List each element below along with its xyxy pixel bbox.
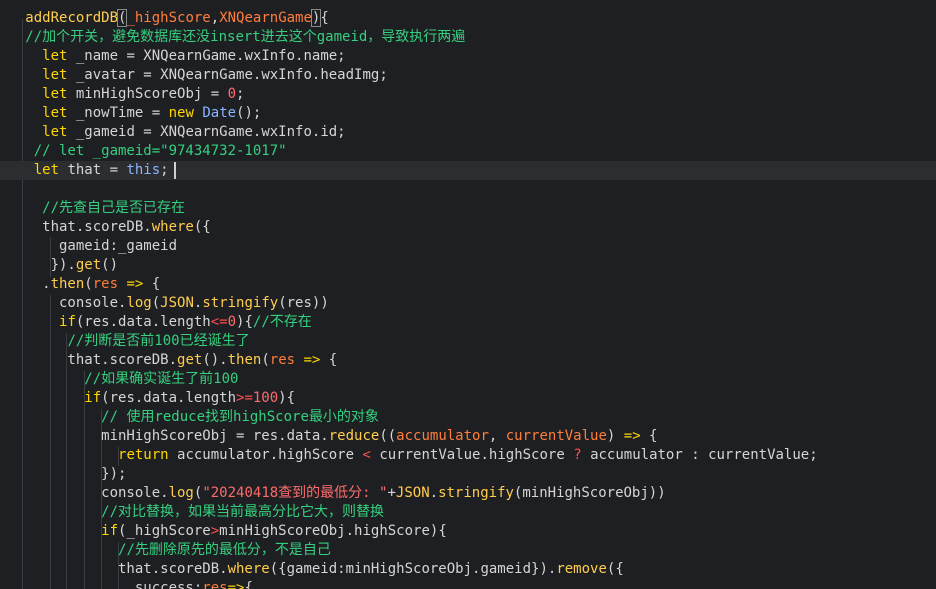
code-line: minHighScoreObj = res.data.reduce((accum…: [0, 428, 658, 444]
code-text: addRecordDB(_highScore,XNQearnGame){: [25, 9, 329, 27]
code-line: //对比替换，如果当前最高分比它大，则替换: [0, 503, 936, 522]
code-line-current: let that = this;: [0, 161, 936, 180]
code-text: //对比替换，如果当前最高分比它大，则替换: [101, 504, 385, 520]
code-line: //先删除原先的最低分，不是自己: [0, 541, 936, 560]
code-text: //如果确实诞生了前100: [84, 371, 239, 387]
code-line: }).get(): [0, 257, 119, 273]
code-line: console.log(JSON.stringify(res)): [0, 295, 329, 311]
code-text: //判断是否前100已经诞生了: [67, 333, 250, 349]
code-line: // let _gameid="97434732-1017": [0, 142, 936, 161]
code-line: .then(res => {: [0, 276, 161, 292]
code-line: gameid:_gameid: [0, 238, 178, 254]
code-text: //加个开关，避免数据库还没insert进去这个gameid，导致执行两遍: [25, 29, 466, 45]
code-line: console.log("20240418查到的最低分: "+JSON.stri…: [0, 485, 666, 501]
code-area[interactable]: addRecordDB(_highScore,XNQearnGame){ //加…: [0, 0, 936, 589]
code-text: // 使用reduce找到highScore最小的对象: [101, 409, 379, 425]
code-line: });: [0, 466, 127, 482]
code-text: //先查自己是否已存在: [42, 200, 186, 216]
code-line: let _nowTime = new Date();: [42, 105, 262, 121]
code-line: let _name = XNQearnGame.wxInfo.name;: [42, 48, 346, 64]
code-line: //判断是否前100已经诞生了: [0, 332, 936, 351]
code-line: if(_highScore>minHighScoreObj.highScore)…: [101, 523, 447, 539]
text-caret: [174, 162, 176, 179]
code-text: //先删除原先的最低分，不是自己: [118, 542, 331, 558]
code-editor[interactable]: addRecordDB(_highScore,XNQearnGame){ //加…: [0, 0, 936, 589]
code-line: // 使用reduce找到highScore最小的对象: [0, 408, 936, 427]
code-line: //先查自己是否已存在: [0, 199, 936, 218]
code-line: return accumulator.highScore < currentVa…: [118, 447, 818, 463]
code-line: that.scoreDB.get().then(res => {: [0, 352, 338, 368]
code-line: let _gameid = XNQearnGame.wxInfo.id;: [42, 124, 346, 140]
code-line: let _avatar = XNQearnGame.wxInfo.headImg…: [42, 67, 388, 83]
code-text: // let _gameid="97434732-1017": [33, 143, 287, 159]
code-line: addRecordDB(_highScore,XNQearnGame){: [0, 9, 936, 28]
code-line: if(res.data.length>=100){: [84, 390, 296, 406]
code-line: that.scoreDB.where({gameid:minHighScoreO…: [0, 561, 624, 577]
code-line: success:res=>{: [0, 580, 253, 589]
code-line: that.scoreDB.where({: [0, 219, 211, 235]
code-line: if(res.data.length<=0){//不存在: [59, 314, 312, 330]
code-line: //如果确实诞生了前100: [0, 370, 936, 389]
code-line: //加个开关，避免数据库还没insert进去这个gameid，导致执行两遍: [0, 28, 936, 47]
code-line: let minHighScoreObj = 0;: [42, 86, 245, 102]
